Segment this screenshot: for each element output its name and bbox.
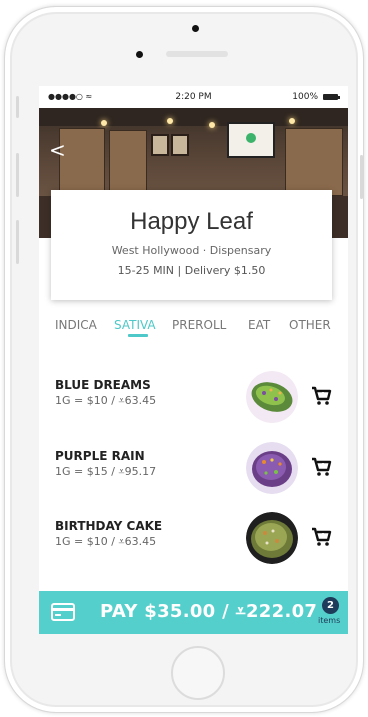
tab-indica[interactable]: INDICA	[55, 318, 97, 332]
earpiece-speaker	[166, 51, 228, 57]
hero-ceiling	[39, 108, 348, 126]
product-name: BIRTHDAY CAKE	[55, 519, 163, 533]
battery-percentage: 100%	[292, 92, 318, 102]
product-item[interactable]: PURPLE RAIN 1G = $15 / ⩡95.17	[39, 439, 348, 499]
store-info-card: Happy Leaf West Hollywood · Dispensary 1…	[51, 190, 332, 300]
front-camera	[192, 25, 199, 32]
tab-preroll[interactable]: PREROLL	[172, 318, 226, 332]
volume-down-button	[16, 220, 19, 264]
display-shelf	[285, 128, 343, 196]
wall-screen	[227, 122, 275, 158]
display-shelf	[59, 128, 105, 196]
active-tab-indicator	[128, 334, 148, 337]
ceiling-light	[101, 120, 107, 126]
bud-icon	[246, 371, 298, 423]
product-price: 1G = $15 / ⩡95.17	[55, 465, 157, 478]
power-button	[360, 155, 363, 199]
product-item[interactable]: BLUE DREAMS 1G = $10 / ⩡63.45	[39, 368, 348, 428]
product-item[interactable]: BIRTHDAY CAKE 1G = $10 / ⩡63.45	[39, 509, 348, 569]
pay-total: PAY $35.00 / ⩡222.07	[100, 601, 318, 622]
battery-icon	[323, 94, 340, 100]
cart-count-badge: 2	[322, 597, 339, 614]
wall-frame	[171, 134, 189, 156]
status-bar: ●●●●○ ≈ 2:20 PM 100%	[39, 86, 348, 108]
bud-icon	[246, 442, 298, 494]
product-name: PURPLE RAIN	[55, 449, 145, 463]
volume-up-button	[16, 153, 19, 197]
store-location: West Hollywood · Dispensary	[111, 244, 272, 257]
product-price: 1G = $10 / ⩡63.45	[55, 394, 157, 407]
tab-eat[interactable]: EAT	[248, 318, 270, 332]
tab-sativa[interactable]: SATIVA	[114, 318, 156, 332]
back-button[interactable]: <	[49, 140, 66, 160]
wall-frame	[151, 134, 169, 156]
ceiling-light	[209, 122, 215, 128]
proximity-sensor	[136, 51, 143, 58]
bud-icon	[246, 512, 298, 564]
ceiling-light	[289, 118, 295, 124]
tab-other[interactable]: OTHER	[289, 318, 331, 332]
cart-items-label: items	[318, 616, 341, 625]
app-screen: ●●●●○ ≈ 2:20 PM 100% < Happy Leaf West H…	[39, 86, 348, 634]
pay-button[interactable]: PAY $35.00 / ⩡222.07 2 items	[39, 591, 348, 634]
delivery-info: 15-25 MIN | Delivery $1.50	[117, 264, 266, 277]
mute-switch	[16, 96, 19, 118]
leaf-logo	[246, 133, 256, 143]
add-to-cart-icon[interactable]	[310, 456, 332, 478]
add-to-cart-icon[interactable]	[310, 385, 332, 407]
store-name: Happy Leaf	[130, 208, 253, 235]
category-tabs: INDICA SATIVA PREROLL EAT OTHER	[39, 315, 348, 345]
add-to-cart-icon[interactable]	[310, 526, 332, 548]
display-shelf	[109, 130, 147, 194]
product-name: BLUE DREAMS	[55, 378, 151, 392]
credit-card-icon	[51, 603, 75, 621]
home-button[interactable]	[171, 646, 225, 700]
ceiling-light	[167, 118, 173, 124]
product-price: 1G = $10 / ⩡63.45	[55, 535, 157, 548]
